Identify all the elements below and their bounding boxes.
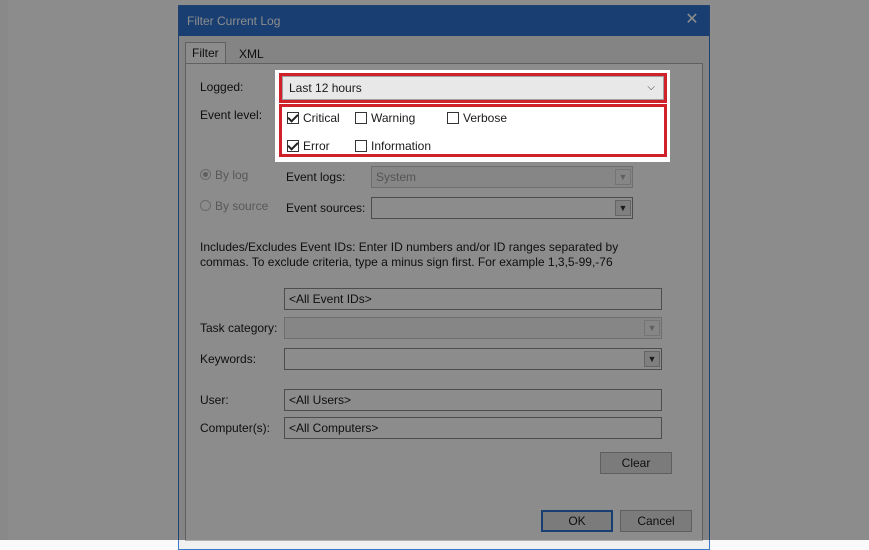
computers-value: <All Computers> bbox=[289, 421, 379, 435]
event-level-highlight-frame bbox=[279, 104, 667, 157]
computers-input[interactable]: <All Computers> bbox=[284, 417, 662, 439]
computers-label: Computer(s): bbox=[200, 421, 271, 435]
cancel-button[interactable]: Cancel bbox=[620, 510, 692, 532]
user-label: User: bbox=[200, 393, 229, 407]
close-icon[interactable]: ✕ bbox=[681, 9, 703, 31]
chevron-down-icon: ▼ bbox=[644, 320, 660, 336]
user-value: <All Users> bbox=[289, 393, 352, 407]
keywords-label: Keywords: bbox=[200, 352, 257, 366]
by-log-radio[interactable]: By log bbox=[200, 168, 248, 182]
by-source-label: By source bbox=[215, 199, 269, 213]
clear-button[interactable]: Clear bbox=[600, 452, 672, 474]
tab-filter[interactable]: Filter bbox=[185, 42, 226, 64]
keywords-dropdown[interactable]: ▼ bbox=[284, 348, 662, 370]
event-level-label: Event level: bbox=[200, 108, 263, 122]
window-title: Filter Current Log bbox=[187, 14, 281, 28]
user-input[interactable]: <All Users> bbox=[284, 389, 662, 411]
task-category-label: Task category: bbox=[200, 321, 278, 335]
chevron-down-icon: ▼ bbox=[615, 200, 631, 216]
event-ids-input[interactable]: <All Event IDs> bbox=[284, 288, 662, 310]
by-log-label: By log bbox=[215, 168, 249, 182]
chevron-down-icon: ▼ bbox=[615, 169, 631, 185]
task-category-dropdown[interactable]: ▼ bbox=[284, 317, 662, 339]
by-source-radio[interactable]: By source bbox=[200, 199, 268, 213]
event-logs-value: System bbox=[376, 170, 417, 184]
logged-highlight-frame bbox=[279, 73, 667, 103]
event-sources-label: Event sources: bbox=[286, 201, 366, 215]
radio-icon bbox=[200, 169, 211, 181]
tab-xml[interactable]: XML bbox=[233, 44, 270, 64]
chevron-down-icon: ▼ bbox=[644, 351, 660, 367]
logged-label: Logged: bbox=[200, 80, 244, 94]
titlebar: Filter Current Log ✕ bbox=[179, 6, 709, 36]
radio-icon bbox=[200, 200, 211, 212]
event-logs-dropdown[interactable]: System ▼ bbox=[371, 166, 633, 188]
ok-button[interactable]: OK bbox=[541, 510, 613, 532]
event-ids-value: <All Event IDs> bbox=[289, 292, 372, 306]
event-ids-description: Includes/Excludes Event IDs: Enter ID nu… bbox=[200, 240, 619, 269]
event-logs-label: Event logs: bbox=[286, 170, 346, 184]
event-sources-dropdown[interactable]: ▼ bbox=[371, 197, 633, 219]
